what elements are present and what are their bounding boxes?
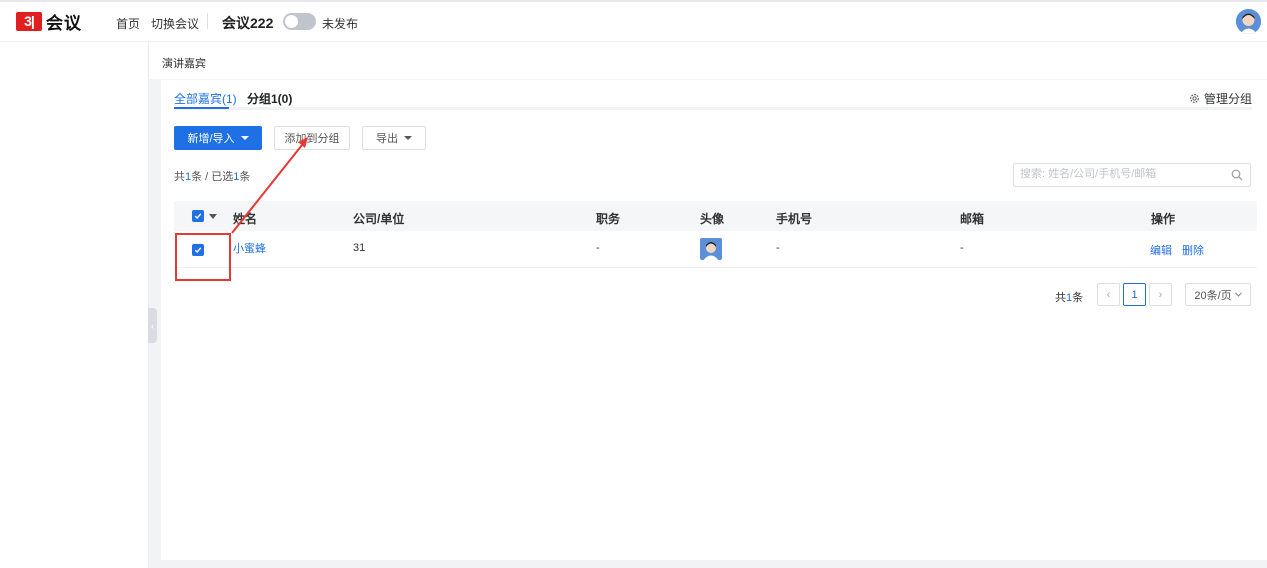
column-email[interactable]: 邮箱 bbox=[960, 210, 984, 227]
app-logo[interactable]: 3| 会议 bbox=[16, 11, 82, 33]
column-phone[interactable]: 手机号 bbox=[776, 210, 812, 227]
column-avatar[interactable]: 头像 bbox=[700, 210, 724, 227]
breadcrumb: 演讲嘉宾 bbox=[149, 42, 1267, 79]
search-input[interactable] bbox=[1020, 168, 1220, 180]
meeting-name: 会议222 bbox=[222, 15, 274, 31]
top-border bbox=[0, 0, 1267, 2]
manage-group-label: 管理分组 bbox=[1203, 92, 1252, 106]
page-size-label: 20条/页 bbox=[1194, 289, 1232, 302]
edit-link[interactable]: 编辑 bbox=[1150, 242, 1172, 258]
pagination-total: 共1条 bbox=[1055, 289, 1083, 305]
select-dropdown-icon[interactable] bbox=[209, 214, 217, 219]
toggle-knob bbox=[285, 15, 298, 28]
add-to-group-button[interactable]: 添加到分组 bbox=[274, 126, 350, 150]
page-1-button[interactable]: 1 bbox=[1123, 283, 1146, 306]
nav-switch-meeting[interactable]: 切换会议 bbox=[151, 15, 199, 32]
tab-strip bbox=[174, 107, 1252, 110]
add-to-group-label: 添加到分组 bbox=[284, 133, 340, 145]
guest-title: - bbox=[596, 242, 600, 254]
pagination-total-suffix: 条 bbox=[1072, 292, 1084, 304]
chevron-down-icon bbox=[404, 136, 412, 140]
logo-text: 会议 bbox=[46, 13, 82, 33]
delete-link[interactable]: 删除 bbox=[1182, 242, 1204, 258]
logo-mark: 3| bbox=[16, 11, 42, 31]
nav-divider bbox=[207, 13, 208, 29]
chevron-down-icon bbox=[240, 136, 249, 140]
export-button[interactable]: 导出 bbox=[362, 126, 426, 150]
tab-all-guests[interactable]: 全部嘉宾(1) bbox=[174, 90, 237, 107]
next-page-button[interactable]: › bbox=[1149, 283, 1172, 306]
search-icon[interactable] bbox=[1231, 169, 1243, 181]
guest-name-link[interactable]: 小蜜蜂 bbox=[233, 240, 266, 256]
nav-home[interactable]: 首页 bbox=[116, 15, 140, 32]
guest-avatar[interactable] bbox=[700, 238, 722, 260]
count-prefix: 共 bbox=[174, 171, 185, 183]
pagination: 共1条 ‹ 1 › 20条/页 bbox=[161, 283, 1267, 307]
guest-panel: 全部嘉宾(1) 分组1(0) 管理分组 新增/导入 添加到分组 导出 共1条 /… bbox=[161, 80, 1267, 560]
column-title[interactable]: 职务 bbox=[596, 210, 620, 227]
guest-email: - bbox=[960, 242, 964, 254]
export-label: 导出 bbox=[376, 133, 398, 145]
check-icon bbox=[194, 213, 202, 220]
table-header: 姓名 公司/单位 职务 头像 手机号 邮箱 操作 bbox=[174, 201, 1257, 231]
breadcrumb-title: 演讲嘉宾 bbox=[162, 58, 206, 70]
select-all-checkbox[interactable] bbox=[192, 210, 204, 222]
column-actions: 操作 bbox=[1151, 212, 1176, 226]
publish-toggle[interactable] bbox=[283, 13, 316, 30]
sidebar-collapse-handle[interactable]: ‹ bbox=[148, 308, 157, 343]
avatar-image-icon bbox=[700, 238, 722, 260]
top-bar: 3| 会议 首页 切换会议 会议222 未发布 bbox=[0, 0, 1267, 42]
pagination-total-prefix: 共 bbox=[1055, 292, 1066, 304]
user-avatar-icon bbox=[1236, 9, 1261, 34]
column-name[interactable]: 姓名 bbox=[233, 210, 257, 227]
prev-page-button[interactable]: ‹ bbox=[1097, 283, 1120, 306]
add-import-button[interactable]: 新增/导入 bbox=[174, 126, 262, 150]
gear-icon bbox=[1190, 94, 1199, 103]
guest-phone: - bbox=[776, 242, 780, 254]
user-avatar[interactable] bbox=[1236, 9, 1261, 34]
chevron-down-icon bbox=[1234, 292, 1242, 297]
selection-count: 共1条 / 已选1条 bbox=[174, 168, 250, 184]
guest-company: 31 bbox=[353, 242, 366, 254]
table-row: 小蜜蜂 31 - - - 编辑 删除 bbox=[174, 231, 1257, 268]
annotation-highlight-box bbox=[175, 233, 231, 281]
manage-group-link[interactable]: 管理分组 bbox=[1189, 90, 1252, 107]
search-box bbox=[1013, 163, 1251, 187]
publish-status-label: 未发布 bbox=[322, 17, 359, 31]
sidebar bbox=[0, 42, 149, 568]
add-import-label: 新增/导入 bbox=[187, 133, 235, 145]
count-mid: 条 / 已选 bbox=[191, 171, 234, 183]
column-company[interactable]: 公司/单位 bbox=[353, 210, 404, 227]
page-size-select[interactable]: 20条/页 bbox=[1185, 283, 1251, 306]
count-suffix: 条 bbox=[239, 171, 251, 183]
tab-group-1[interactable]: 分组1(0) bbox=[247, 90, 292, 107]
tab-active-underline bbox=[174, 107, 229, 109]
